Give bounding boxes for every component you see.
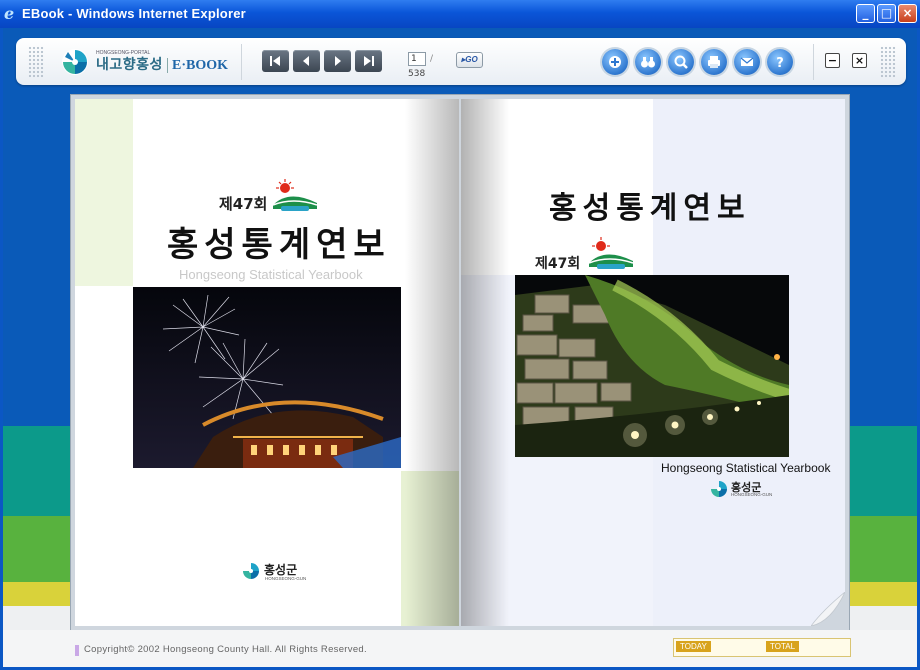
arrow-left-icon <box>303 56 309 66</box>
help-icon: ? <box>776 56 784 70</box>
publisher-en: HONGSEONG-GUN <box>731 492 773 497</box>
minimize-icon: _ <box>862 6 869 20</box>
ebook-minimize-button[interactable]: − <box>825 53 840 68</box>
left-page[interactable]: 제47회 홍성통계연보 Hongseong Statistical Yearbo… <box>75 99 459 626</box>
mail-button[interactable] <box>734 49 760 75</box>
county-logo-icon <box>243 563 259 579</box>
minus-icon: − <box>827 54 838 67</box>
window-title-bar[interactable]: e EBook - Windows Internet Explorer _ □ … <box>0 0 920 28</box>
page-separator: / <box>430 54 434 64</box>
county-logo-icon <box>711 481 727 497</box>
skip-last-icon <box>364 56 374 66</box>
book-subtitle: Hongseong Statistical Yearbook <box>179 267 363 282</box>
print-icon <box>708 56 720 68</box>
edition-label: 제47회 <box>535 256 581 272</box>
edition-label: 제47회 <box>219 195 268 213</box>
maximize-icon: □ <box>880 6 893 20</box>
page-gutter-shadow <box>461 99 509 626</box>
emblem-icon <box>272 179 318 211</box>
zoom-in-icon <box>609 56 621 68</box>
logo-subtitle: HONGSEONG-PORTAL <box>96 50 151 56</box>
zoom-in-button[interactable] <box>602 49 628 75</box>
page-total: 538 <box>408 69 426 79</box>
go-label: GO <box>465 55 478 64</box>
view-button[interactable] <box>635 49 661 75</box>
logo-name: 내고향홍성 <box>96 57 163 73</box>
print-button[interactable] <box>701 49 727 75</box>
arrow-right-icon <box>335 56 341 66</box>
fortress-wall-photo <box>515 275 789 457</box>
today-label: TODAY <box>676 641 711 652</box>
window-title: EBook - Windows Internet Explorer <box>22 6 246 21</box>
ie-logo-icon: e <box>4 4 15 23</box>
svg-text:?: ? <box>776 56 784 70</box>
book-title: 홍성통계연보 <box>549 191 751 226</box>
minimize-window-button[interactable]: _ <box>856 4 875 23</box>
maximize-window-button[interactable]: □ <box>877 4 896 23</box>
next-page-button[interactable] <box>324 50 351 72</box>
page-gutter-shadow <box>405 99 459 626</box>
right-page[interactable]: 홍성통계연보 제47회 Hongseong Statistical Yearbo… <box>461 99 845 626</box>
emblem-icon <box>588 237 634 269</box>
go-button[interactable]: ▸GO <box>456 52 483 68</box>
page-number-input[interactable] <box>408 52 426 66</box>
ebook-spread: 제47회 홍성통계연보 Hongseong Statistical Yearbo… <box>71 95 849 630</box>
first-page-button[interactable] <box>262 50 289 72</box>
publisher-en: HONGSEONG-GUN <box>265 576 307 581</box>
search-button[interactable] <box>668 49 694 75</box>
ebook-close-button[interactable]: × <box>852 53 867 68</box>
last-page-button[interactable] <box>355 50 382 72</box>
book-title: 홍성통계연보 <box>167 225 391 265</box>
close-icon: × <box>902 6 913 20</box>
ebook-toolbar: HONGSEONG-PORTAL 내고향홍성 E·BOOK / 538 ▸GO <box>16 38 906 85</box>
help-button[interactable]: ? <box>767 49 793 75</box>
binoculars-icon <box>641 57 655 68</box>
close-icon: × <box>854 54 865 67</box>
copyright-marker <box>75 645 79 656</box>
grip-left-icon <box>28 46 44 78</box>
close-window-button[interactable]: × <box>898 4 917 23</box>
magnifier-icon <box>674 55 688 69</box>
ebook-stage: HONGSEONG-PORTAL 내고향홍성 E·BOOK / 538 ▸GO <box>3 28 917 667</box>
fireworks-photo <box>133 287 401 468</box>
logo-ebook: E·BOOK <box>172 58 229 73</box>
toolbar-divider <box>241 44 242 80</box>
mail-icon <box>740 57 754 66</box>
grip-right-icon <box>880 46 896 78</box>
skip-first-icon <box>270 56 280 66</box>
hongseong-logo-icon <box>62 49 88 75</box>
copyright-text: Copyright© 2002 Hongseong County Hall. A… <box>84 644 367 655</box>
page-accent-light <box>75 99 133 286</box>
total-label: TOTAL <box>766 641 800 652</box>
book-subtitle: Hongseong Statistical Yearbook <box>661 461 831 475</box>
previous-page-button[interactable] <box>293 50 320 72</box>
toolbar-divider <box>813 44 814 80</box>
page-curl-icon[interactable] <box>811 592 845 626</box>
visitor-counter: TODAY TOTAL <box>673 638 851 657</box>
logo-separator <box>167 58 168 73</box>
